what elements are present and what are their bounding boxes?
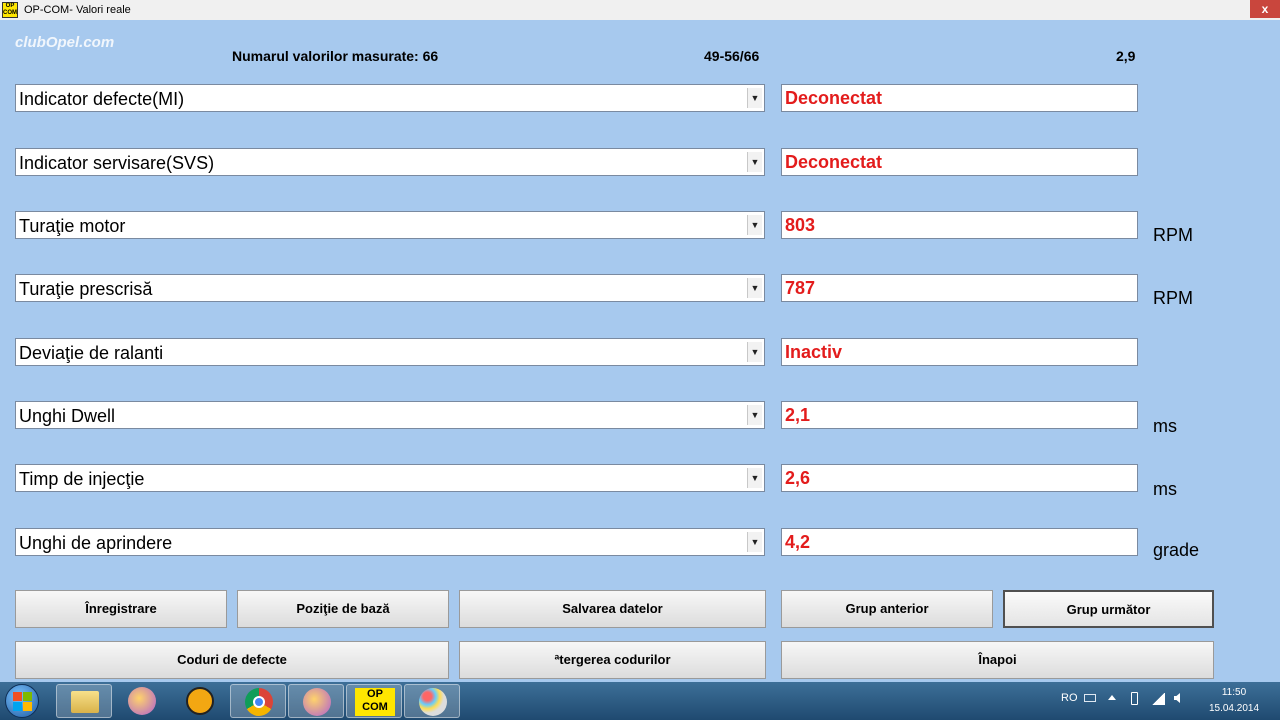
unit-label: ms: [1153, 416, 1177, 436]
version-label: 2,9: [1116, 48, 1136, 64]
chevron-down-icon[interactable]: ▼: [747, 405, 762, 425]
value-field: Deconectat: [781, 148, 1138, 176]
value-text: Inactiv: [785, 342, 843, 362]
start-button[interactable]: [5, 684, 39, 718]
taskbar-explorer[interactable]: [56, 684, 112, 718]
chevron-down-icon[interactable]: ▼: [747, 532, 762, 552]
close-button[interactable]: x: [1250, 0, 1280, 18]
chevron-down-icon[interactable]: ▼: [747, 215, 762, 235]
save-data-button[interactable]: Salvarea datelor: [459, 590, 766, 628]
unit-label: RPM: [1153, 225, 1193, 245]
value-text: Deconectat: [785, 152, 883, 172]
value-text: 2,6: [785, 468, 811, 488]
param-label: Unghi Dwell: [19, 406, 116, 426]
taskbar-chrome[interactable]: [230, 684, 286, 718]
clock-date: 15.04.2014: [1208, 703, 1260, 714]
chevron-down-icon[interactable]: ▼: [747, 468, 762, 488]
param-select[interactable]: Turaţie motor ▼: [15, 211, 765, 239]
param-select[interactable]: Unghi de aprindere ▼: [15, 528, 765, 556]
value-text: 803: [785, 215, 816, 235]
value-text: 4,2: [785, 532, 811, 552]
back-button[interactable]: Înapoi: [781, 641, 1214, 679]
param-select[interactable]: Deviaţie de ralanti ▼: [15, 338, 765, 366]
chevron-down-icon[interactable]: ▼: [747, 152, 762, 172]
taskbar: OP COM RO 11:50 15.04.2014: [0, 682, 1280, 720]
unit-label: grade: [1153, 540, 1200, 560]
system-clock[interactable]: 11:50 15.04.2014: [1194, 685, 1274, 717]
value-field: Deconectat: [781, 84, 1138, 112]
taskbar-messenger-2[interactable]: [288, 684, 344, 718]
param-label: Turaţie prescrisă: [19, 279, 153, 299]
unit-label: ms: [1153, 479, 1177, 499]
param-select[interactable]: Timp de injecţie ▼: [15, 464, 765, 492]
taskbar-messenger[interactable]: [114, 684, 170, 718]
title-bar: OP COM OP-COM- Valori reale x: [0, 0, 1280, 20]
param-label: Turaţie motor: [19, 216, 126, 236]
value-field: 4,2: [781, 528, 1138, 556]
clear-codes-button[interactable]: ªtergerea codurilor: [459, 641, 766, 679]
messenger-icon: [128, 687, 156, 715]
volume-icon[interactable]: [1174, 693, 1180, 703]
paint-palette-icon: [419, 688, 447, 716]
param-label: Deviaţie de ralanti: [19, 343, 164, 363]
param-label: Timp de injecţie: [19, 469, 145, 489]
warning-triangle-icon: [186, 687, 214, 715]
chevron-down-icon[interactable]: ▼: [747, 278, 762, 298]
fault-codes-button[interactable]: Coduri de defecte: [15, 641, 449, 679]
previous-group-button[interactable]: Grup anterior: [781, 590, 993, 628]
language-indicator[interactable]: RO: [1061, 692, 1078, 704]
taskbar-app-triangle[interactable]: [172, 684, 228, 718]
value-field: 2,6: [781, 464, 1138, 492]
param-select[interactable]: Unghi Dwell ▼: [15, 401, 765, 429]
value-field: 803: [781, 211, 1138, 239]
signal-icon[interactable]: [1151, 693, 1165, 705]
value-range: 49-56/66: [704, 48, 760, 64]
window-title: OP-COM- Valori reale: [24, 4, 131, 16]
taskbar-opcom[interactable]: OP COM: [346, 684, 402, 718]
value-text: Deconectat: [785, 88, 883, 108]
taskbar-paint[interactable]: [404, 684, 460, 718]
next-group-button[interactable]: Grup următor: [1003, 590, 1214, 628]
param-select[interactable]: Turaţie prescrisă ▼: [15, 274, 765, 302]
watermark-logo: clubOpel.com: [15, 34, 115, 51]
messenger-icon: [303, 688, 331, 716]
param-label: Indicator servisare(SVS): [19, 153, 215, 173]
unit-label: RPM: [1153, 288, 1193, 308]
measured-values-count: Numarul valorilor masurate: 66: [232, 48, 439, 64]
value-field: 787: [781, 274, 1138, 302]
chevron-down-icon[interactable]: ▼: [747, 342, 762, 362]
app-icon: OP COM: [2, 2, 18, 18]
battery-icon[interactable]: [1131, 692, 1138, 705]
clock-time: 11:50: [1221, 687, 1247, 698]
folder-icon: [71, 691, 99, 713]
value-field: Inactiv: [781, 338, 1138, 366]
chevron-down-icon[interactable]: ▼: [747, 88, 762, 108]
param-label: Indicator defecte(MI): [19, 89, 185, 109]
param-select[interactable]: Indicator servisare(SVS) ▼: [15, 148, 765, 176]
tray-expand-icon[interactable]: [1108, 695, 1116, 700]
value-field: 2,1: [781, 401, 1138, 429]
value-text: 787: [785, 278, 816, 298]
param-label: Unghi de aprindere: [19, 533, 173, 553]
record-button[interactable]: Înregistrare: [15, 590, 227, 628]
base-position-button[interactable]: Poziţie de bază: [237, 590, 449, 628]
keyboard-icon[interactable]: [1084, 694, 1096, 702]
opcom-icon: OP COM: [355, 688, 395, 716]
param-select[interactable]: Indicator defecte(MI) ▼: [15, 84, 765, 112]
value-text: 2,1: [785, 405, 811, 425]
chrome-icon: [245, 688, 273, 716]
